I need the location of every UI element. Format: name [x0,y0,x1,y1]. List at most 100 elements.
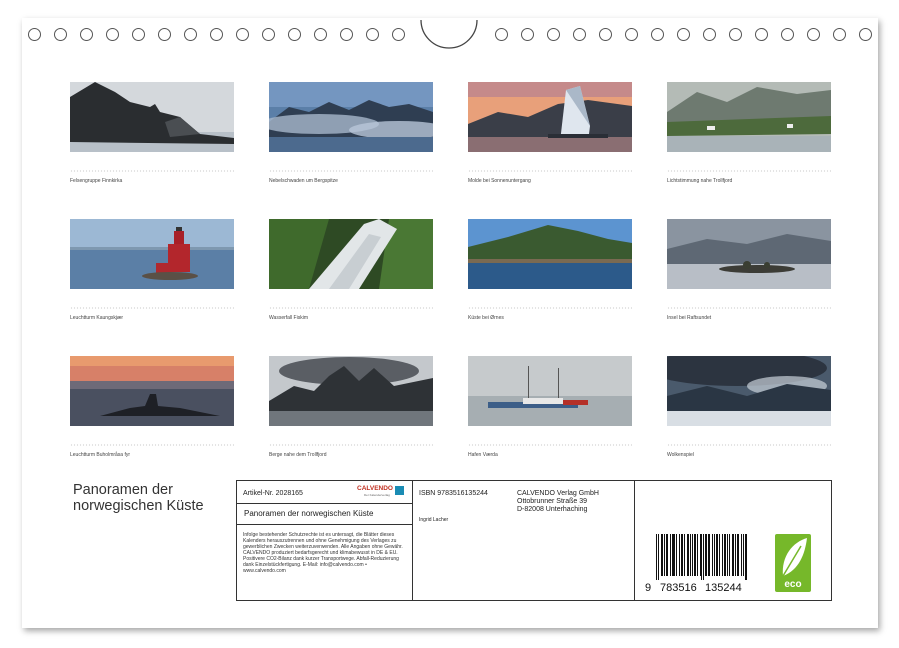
publisher-street: Ottobrunner Straße 39 [517,498,588,505]
binding-ring [158,28,171,41]
barcode-bar [690,534,691,576]
barcode-bar [687,534,688,576]
barcode-bar [712,534,713,576]
binding-ring [210,28,223,41]
caption-rule [667,307,831,309]
barcode [656,534,747,580]
barcode-bar [709,534,710,576]
barcode-bar [697,534,698,576]
photo-caption: Berge nahe dem Trollfjord [269,452,327,458]
barcode-bar [708,534,709,576]
caption-rule [667,170,831,172]
barcode-bar [703,534,704,580]
barcode-bar [662,534,663,576]
binding-ring [807,28,820,41]
eco-label: eco [784,579,802,590]
binding-ring [80,28,93,41]
photo-kaungskjaer [70,219,234,289]
article-number: Artikel-Nr. 2028165 [243,490,303,497]
isbn: ISBN 9783516135244 [419,490,488,497]
barcode-bar [705,534,706,576]
binding-ring [651,28,664,41]
product-title-cell: Panoramen der norwegischen Küste [237,504,413,525]
barcode-bar [667,534,668,576]
barcode-bar [724,534,725,576]
photo-lichtstimmung [667,82,831,152]
barcode-bar [688,534,689,576]
binding-ring [729,28,742,41]
barcode-bar [745,534,746,580]
barcode-first-digit: 9 [645,582,652,594]
photo-caption: Insel bei Raftsundet [667,315,712,321]
binding-ring [547,28,560,41]
binding-ring [495,28,508,41]
publisher-city: D-82008 Unterhaching [517,506,588,513]
binding-ring [288,28,301,41]
spiral-binding [0,0,899,50]
eco-badge: eco [775,534,811,592]
barcode-bar [658,534,659,580]
caption-rule [269,444,433,446]
barcode-bar [725,534,726,576]
caption-rule [269,307,433,309]
binding-ring [781,28,794,41]
barcode-bar [741,534,742,576]
legal-cell: Infolge bestehender Schutzrechte ist es … [237,525,413,600]
calvendo-logo-icon [395,486,404,495]
photo-caption: Leuchtturm Buholmråsa fyr [70,452,131,458]
article-cell: Artikel-Nr. 2028165 CALVENDO Der Kalende… [237,481,413,504]
barcode-bar [746,534,747,580]
barcode-bar [656,534,657,580]
binding-ring [755,28,768,41]
author: Ingrid Lacher [419,517,449,523]
binding-ring [262,28,275,41]
photo-oernes [468,219,632,289]
barcode-bar [732,534,733,576]
barcode-group-right: 135244 [705,582,742,594]
photo-caption: Wasserfall Fiskim [269,315,308,321]
barcode-bar [684,534,685,576]
binding-ring [366,28,379,41]
caption-rule [468,307,632,309]
caption-rule [667,444,831,446]
photo-caption: Küste bei Ørnes [468,315,504,321]
barcode-bar [664,534,665,576]
binding-ring [132,28,145,41]
caption-rule [70,307,234,309]
calendar-title-line1: Panoramen der [73,482,173,498]
caption-rule [269,170,433,172]
barcode-bar [681,534,682,576]
photo-caption: Molde bei Sonnenuntergang [468,178,531,184]
barcode-bar [737,534,738,576]
barcode-bar [694,534,695,576]
barcode-bar [719,534,720,576]
barcode-group-left: 783516 [660,582,697,594]
photo-caption: Nebelschwaden um Bergspitze [269,178,338,184]
binding-ring [392,28,405,41]
barcode-bar [676,534,677,576]
barcode-bar [733,534,734,576]
barcode-bar [661,534,662,576]
binding-ring [106,28,119,41]
barcode-bar [701,534,702,580]
photo-nebelschwaden [269,82,433,152]
binding-ring [599,28,612,41]
calendar-title-line2: norwegischen Küste [73,498,204,514]
calvendo-logo: CALVENDO [357,485,393,492]
barcode-bar [679,534,680,576]
barcode-bar [716,534,717,576]
photo-caption: Lichtstimmung nahe Trollfjord [667,178,733,184]
product-title: Panoramen der norwegischen Küste [244,509,374,518]
binding-ring [833,28,846,41]
legal-text: Infolge bestehender Schutzrechte ist es … [243,532,403,574]
photo-caption: Leuchtturm Kaungskjær [70,315,124,321]
barcode-bar [673,534,674,576]
barcode-bar [682,534,683,576]
photo-molde [468,82,632,152]
binding-ring [625,28,638,41]
barcode-bar [692,534,693,576]
barcode-bar [717,534,718,576]
photo-wolkenspiel [667,356,831,426]
binding-ring [703,28,716,41]
binding-ring [54,28,67,41]
